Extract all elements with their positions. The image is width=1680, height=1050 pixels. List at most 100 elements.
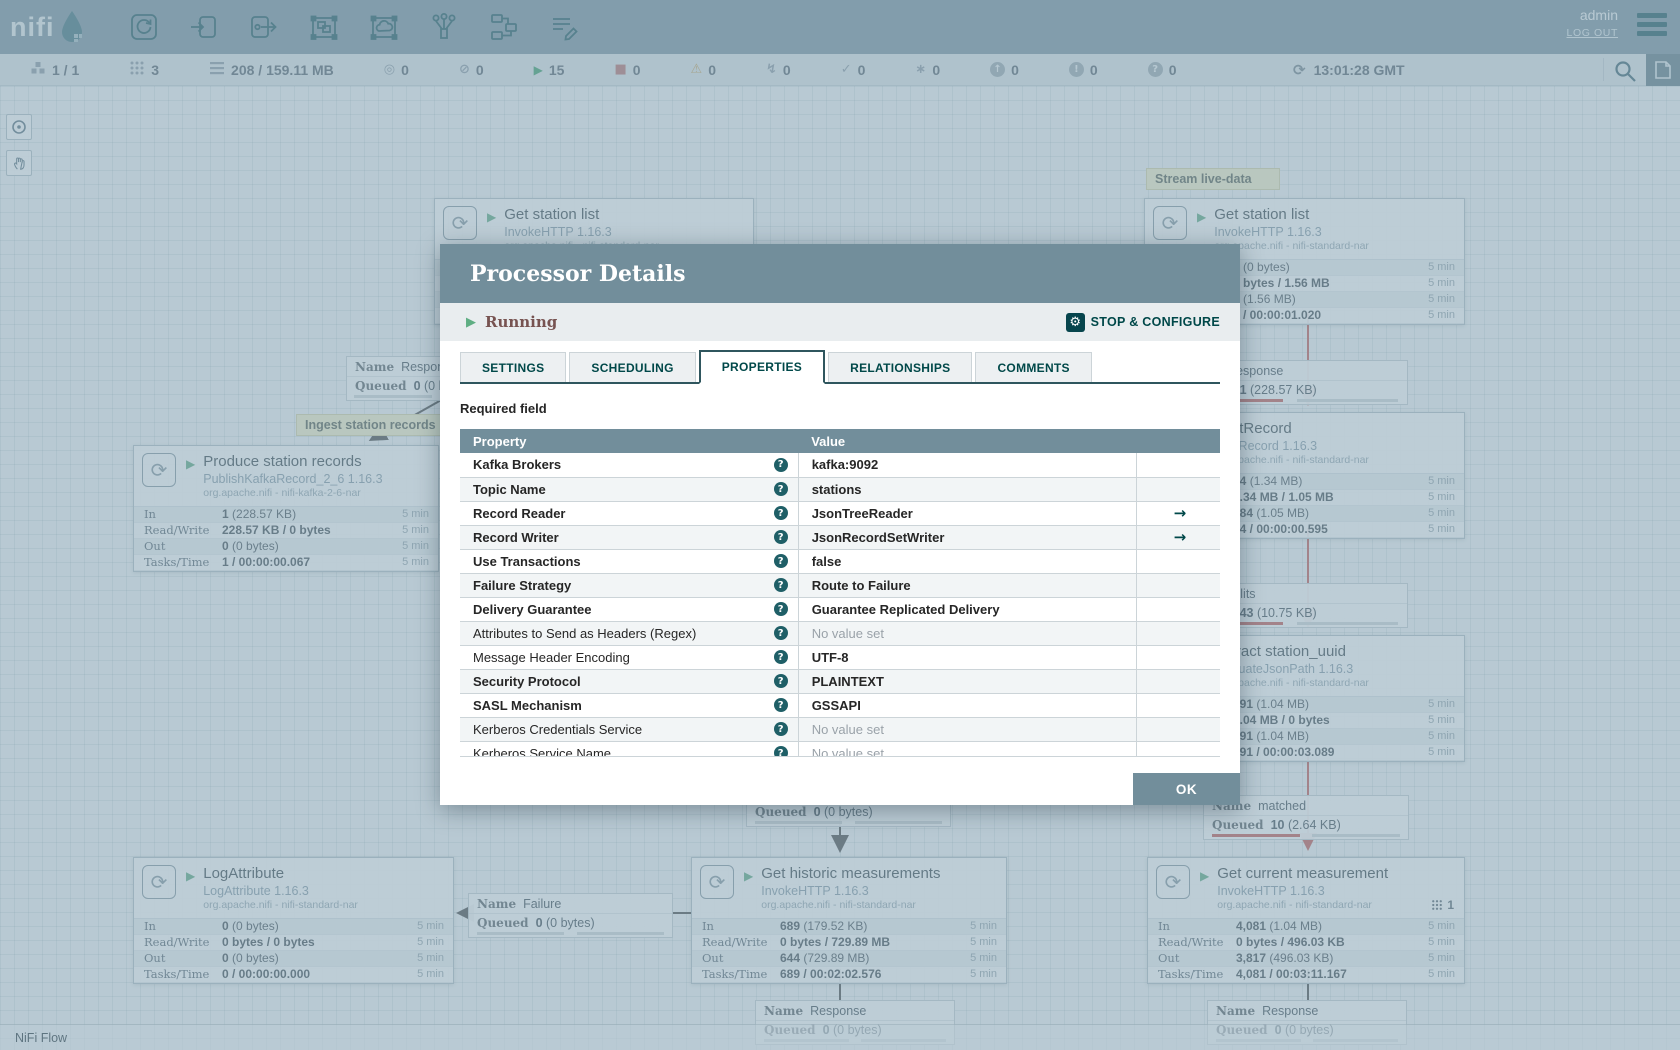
help-icon[interactable]: ?	[773, 506, 788, 520]
value-cell[interactable]: Guarantee Replicated Delivery	[797, 597, 1137, 622]
tab-comments[interactable]: COMMENTS	[975, 352, 1092, 382]
property-value: PLAINTEXT	[811, 673, 884, 689]
property-value: No value set	[811, 721, 884, 737]
value-cell[interactable]: No value set	[797, 717, 1137, 742]
stop-and-configure-label: STOP & CONFIGURE	[1090, 315, 1220, 329]
running-status-icon: ▶	[466, 314, 476, 330]
property-name: Delivery Guarantee	[473, 601, 592, 617]
property-name: SASL Mechanism	[473, 697, 582, 713]
property-row[interactable]: Attributes to Send as Headers (Regex)? No…	[460, 621, 1220, 646]
property-cell: Kafka Brokers?	[460, 453, 799, 478]
property-row[interactable]: Failure Strategy? Route to Failure	[460, 573, 1220, 598]
property-name-wrap: Message Header Encoding?	[473, 650, 788, 665]
property-value: No value set	[811, 745, 884, 757]
property-cell: Record Writer?	[460, 525, 799, 550]
help-icon[interactable]: ?	[773, 554, 788, 568]
property-name: Kerberos Credentials Service	[473, 721, 643, 737]
tab-relationships[interactable]: RELATIONSHIPS	[828, 352, 973, 382]
help-icon[interactable]: ?	[773, 457, 788, 472]
property-name-wrap: Security Protocol?	[473, 674, 788, 689]
property-value: No value set	[811, 625, 884, 641]
goto-cell	[1135, 693, 1220, 718]
ok-button[interactable]: OK	[1133, 773, 1240, 805]
property-value: false	[811, 553, 842, 569]
help-icon[interactable]: ?	[773, 650, 788, 664]
property-name: Use Transactions	[473, 553, 581, 569]
value-cell[interactable]: GSSAPI	[797, 693, 1137, 718]
property-name: Security Protocol	[473, 673, 581, 689]
tab-properties[interactable]: PROPERTIES	[698, 350, 826, 384]
help-icon[interactable]: ?	[773, 722, 788, 736]
property-name-wrap: Topic Name?	[473, 482, 788, 497]
goto-cell	[1135, 717, 1220, 742]
property-row[interactable]: SASL Mechanism? GSSAPI	[460, 693, 1220, 718]
goto-cell: →	[1135, 525, 1220, 550]
property-cell: Use Transactions?	[460, 549, 799, 574]
tab-settings[interactable]: SETTINGS	[460, 352, 567, 382]
property-name: Record Writer	[473, 529, 559, 545]
property-value: JsonRecordSetWriter	[811, 529, 945, 545]
goto-cell	[1135, 477, 1220, 502]
property-cell: SASL Mechanism?	[460, 693, 799, 718]
goto-cell: →	[1135, 501, 1220, 526]
property-name-wrap: Attributes to Send as Headers (Regex)?	[473, 626, 788, 641]
value-cell[interactable]: UTF-8	[797, 645, 1137, 670]
value-cell[interactable]: Route to Failure	[797, 573, 1137, 598]
property-row[interactable]: Kerberos Service Name? No value set	[460, 741, 1220, 757]
help-icon[interactable]: ?	[773, 482, 788, 496]
value-cell[interactable]: JsonRecordSetWriter	[797, 525, 1137, 550]
goto-cell	[1135, 645, 1220, 670]
value-cell[interactable]: No value set	[797, 741, 1137, 757]
help-icon[interactable]: ?	[773, 674, 788, 688]
property-name: Topic Name	[473, 481, 546, 497]
property-cell: Record Reader?	[460, 501, 799, 526]
dialog-status-bar: ▶ Running ⚙ STOP & CONFIGURE	[440, 303, 1240, 341]
nifi-application-window: nifi admin LOG OUT 1 / 13208 / 159.11 MB…	[0, 0, 1680, 1050]
property-name-wrap: Delivery Guarantee?	[473, 602, 788, 617]
goto-service-icon[interactable]: →	[1150, 504, 1210, 522]
stop-and-configure-button[interactable]: ⚙ STOP & CONFIGURE	[1065, 312, 1220, 332]
property-name: Message Header Encoding	[473, 649, 630, 665]
property-row[interactable]: Message Header Encoding? UTF-8	[460, 645, 1220, 670]
property-row[interactable]: Delivery Guarantee? Guarantee Replicated …	[460, 597, 1220, 622]
property-value: Route to Failure	[811, 577, 911, 593]
help-icon[interactable]: ?	[773, 602, 788, 616]
value-cell[interactable]: PLAINTEXT	[797, 669, 1137, 694]
property-name-wrap: Use Transactions?	[473, 554, 788, 569]
value-cell[interactable]: stations	[797, 477, 1137, 502]
help-icon[interactable]: ?	[773, 698, 788, 712]
help-icon[interactable]: ?	[773, 530, 788, 544]
property-row[interactable]: Use Transactions? false	[460, 549, 1220, 574]
property-cell: Failure Strategy?	[460, 573, 799, 598]
property-value: Guarantee Replicated Delivery	[811, 601, 1000, 617]
goto-cell	[1135, 597, 1220, 622]
property-row[interactable]: Record Writer? JsonRecordSetWriter →	[460, 525, 1220, 550]
tab-scheduling[interactable]: SCHEDULING	[569, 352, 696, 382]
properties-table-viewport[interactable]: Property Value Kafka Brokers? kafka:9092 T…	[460, 429, 1220, 757]
property-cell: Topic Name?	[460, 477, 799, 502]
property-row[interactable]: Topic Name? stations	[460, 477, 1220, 502]
property-cell: Kerberos Credentials Service?	[460, 717, 799, 742]
property-row[interactable]: Security Protocol? PLAINTEXT	[460, 669, 1220, 694]
dialog-tabs: SETTINGS SCHEDULING PROPERTIES RELATIONSHIP…	[460, 350, 1220, 384]
value-cell[interactable]: kafka:9092	[797, 453, 1137, 478]
property-name-wrap: Kerberos Credentials Service?	[473, 722, 788, 737]
help-icon[interactable]: ?	[773, 626, 788, 640]
property-value: GSSAPI	[811, 697, 861, 713]
property-row[interactable]: Kerberos Credentials Service? No value se…	[460, 717, 1220, 742]
goto-cell	[1135, 549, 1220, 574]
goto-service-icon[interactable]: →	[1150, 528, 1210, 546]
help-icon[interactable]: ?	[773, 746, 788, 756]
goto-cell	[1135, 453, 1220, 478]
property-cell: Security Protocol?	[460, 669, 799, 694]
column-header-extra	[1136, 429, 1220, 453]
value-cell[interactable]: false	[797, 549, 1137, 574]
value-cell[interactable]: JsonTreeReader	[797, 501, 1137, 526]
help-icon[interactable]: ?	[773, 578, 788, 592]
property-cell: Attributes to Send as Headers (Regex)?	[460, 621, 799, 646]
property-name: Kafka Brokers	[473, 457, 562, 473]
property-row[interactable]: Record Reader? JsonTreeReader →	[460, 501, 1220, 526]
dialog-body: SETTINGS SCHEDULING PROPERTIES RELATIONSHIP…	[440, 350, 1240, 757]
value-cell[interactable]: No value set	[797, 621, 1137, 646]
property-row[interactable]: Kafka Brokers? kafka:9092	[460, 453, 1220, 478]
